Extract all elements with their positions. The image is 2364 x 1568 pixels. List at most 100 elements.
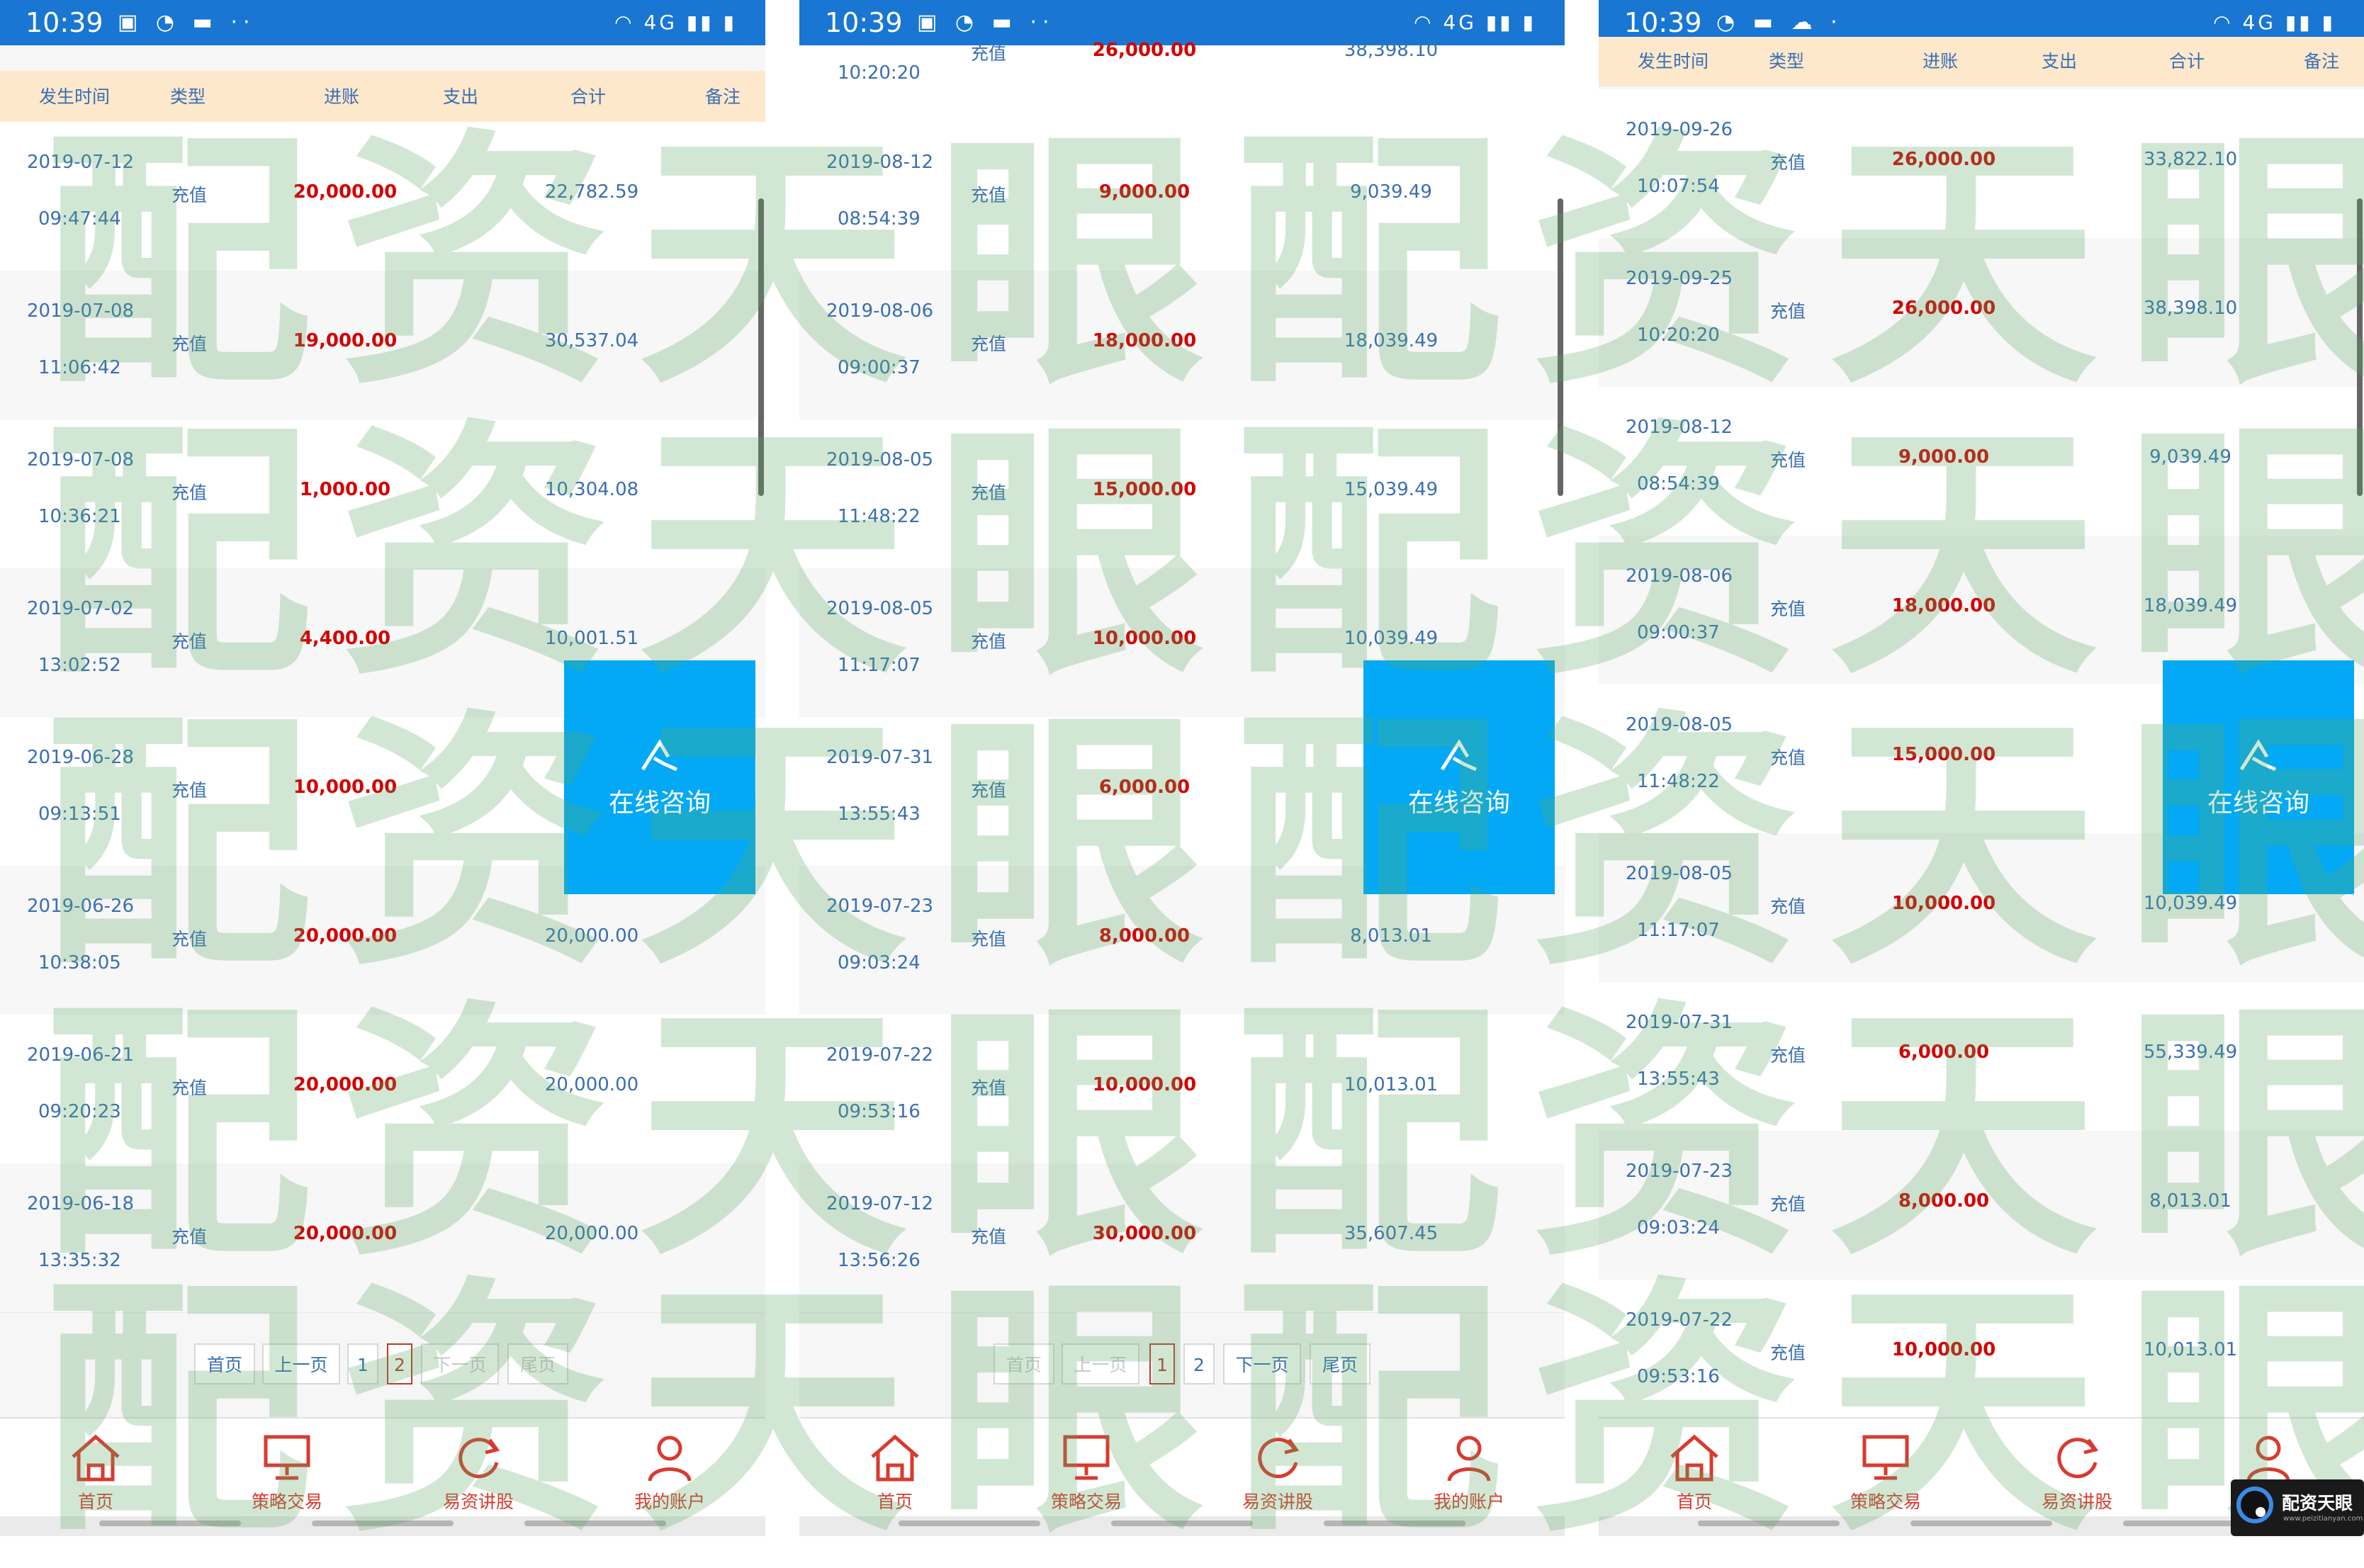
page-first-button[interactable]: 首页	[994, 1343, 1054, 1384]
tab-home[interactable]: 首页	[0, 1418, 191, 1518]
tab-monitor[interactable]: 策略交易	[991, 1418, 1182, 1518]
page-prev-button[interactable]: 上一页	[262, 1343, 340, 1384]
nav-pill	[1698, 1521, 1840, 1526]
table-row[interactable]: 2019-09-25 10:20:20 充值 26,000.00 38,398.10	[1599, 238, 2364, 388]
tab-refresh[interactable]: 易资讲股	[383, 1418, 574, 1518]
online-consult-button[interactable]: 在线咨询	[564, 660, 755, 894]
table-row[interactable]: 2019-09-26 10:07:54 充值 26,000.00 33,822.10	[1599, 89, 2364, 239]
tab-refresh[interactable]: 易资讲股	[1182, 1418, 1373, 1518]
eye-logo-icon	[2236, 1487, 2273, 1523]
page-2-button[interactable]: 2	[387, 1343, 412, 1384]
refresh-icon	[1258, 1438, 1300, 1479]
row-in: 19,000.00	[293, 330, 398, 351]
online-consult-button[interactable]: 在线咨询	[2163, 660, 2354, 894]
row-in: 4,400.00	[299, 628, 391, 649]
tab-monitor[interactable]: 策略交易	[191, 1418, 383, 1518]
row-type: 充值	[171, 334, 208, 354]
row-total: 35,607.45	[1344, 1223, 1439, 1244]
scrollbar[interactable]	[1558, 198, 1563, 496]
row-type: 充值	[1770, 450, 1806, 470]
row-total: 18,039.49	[2143, 595, 2238, 616]
row-time: 09:00:37	[1637, 622, 1720, 643]
table-row[interactable]: 2019-07-12 13:56:26 充值 30,000.00 35,607.45	[799, 1163, 1565, 1313]
table-row[interactable]: 2019-07-23 09:03:24 充值 8,000.00 8,013.01	[1599, 1131, 2364, 1280]
row-type: 充值	[1770, 1045, 1806, 1066]
row-total: 20,000.00	[544, 1074, 639, 1095]
tab-label: 策略交易	[1850, 1491, 1921, 1512]
row-date: 2019-07-12	[826, 1193, 934, 1214]
header-type: 类型	[169, 86, 206, 107]
row-time: 10:20:20	[838, 62, 921, 84]
monitor-icon	[264, 1435, 310, 1480]
table-row[interactable]: 2019-08-05 11:48:22 充值 15,000.00 15,039.49	[799, 419, 1565, 569]
row-total: 9,039.49	[2149, 446, 2231, 468]
consult-icon	[641, 739, 678, 772]
row-type: 充值	[1770, 896, 1806, 917]
row-total: 20,000.00	[544, 1223, 639, 1244]
status-time: 10:39	[26, 7, 103, 38]
row-date: 2019-08-05	[826, 598, 934, 619]
tab-user[interactable]: 我的账户	[1373, 1418, 1565, 1518]
page-2-button[interactable]: 2	[1183, 1343, 1215, 1384]
tab-monitor[interactable]: 策略交易	[1790, 1418, 1981, 1518]
tab-label: 易资讲股	[2041, 1491, 2112, 1512]
table-row-partial[interactable]: 10:20:20 充值 26,000.00 38,398.10	[799, 40, 1565, 124]
row-date: 2019-07-23	[826, 896, 934, 917]
page-next-button[interactable]: 下一页	[421, 1343, 499, 1384]
monitor-icon	[1862, 1435, 1909, 1480]
header-time: 发生时间	[38, 86, 110, 107]
header-note: 备注	[704, 86, 741, 107]
row-total: 38,398.10	[2143, 298, 2238, 319]
table-row[interactable]: 2019-07-22 09:53:16 充值 10,000.00 10,013.01	[799, 1015, 1565, 1164]
page-last-button[interactable]: 尾页	[507, 1343, 568, 1384]
table-row[interactable]: 2019-07-08 11:06:42 充值 19,000.00 30,537.04	[0, 271, 765, 420]
online-consult-label: 在线咨询	[608, 789, 711, 818]
row-total: 15,039.49	[1344, 479, 1439, 500]
row-in: 26,000.00	[1891, 298, 1996, 319]
table-row[interactable]: 2019-06-18 13:35:32 充值 20,000.00 20,000.00	[0, 1163, 765, 1313]
online-consult-button[interactable]: 在线咨询	[1363, 660, 1555, 894]
row-in: 9,000.00	[1898, 446, 1990, 468]
tab-user[interactable]: 我的账户	[574, 1418, 765, 1518]
table-row[interactable]: 2019-07-31 13:55:43 充值 6,000.00 55,339.49	[1599, 982, 2364, 1132]
scrollbar[interactable]	[2357, 198, 2363, 496]
page-next-button[interactable]: 下一页	[1223, 1343, 1301, 1384]
table-row[interactable]: 2019-07-22 09:53:16 充值 10,000.00 10,013.01	[1599, 1280, 2364, 1429]
tab-refresh[interactable]: 易资讲股	[1981, 1418, 2173, 1518]
tab-home[interactable]: 首页	[1599, 1418, 1790, 1518]
row-date: 2019-08-05	[826, 449, 934, 470]
row-type: 充值	[171, 1078, 208, 1098]
nav-pill	[524, 1521, 666, 1526]
table-row[interactable]: 2019-06-21 09:20:23 充值 20,000.00 20,000.00	[0, 1015, 765, 1164]
signal-battery-icons: ◠ 4G ▮▮ ▮	[614, 11, 737, 34]
consult-icon	[1440, 739, 1478, 772]
row-date: 2019-06-21	[27, 1044, 135, 1066]
page-1-button[interactable]: 1	[1149, 1343, 1175, 1384]
row-time: 09:03:24	[838, 952, 921, 974]
screenshot-panel-1: 10:39 ▣ ◔ ▬ ·· ◠ 4G ▮▮ ▮ 发生时间 类型 进账 支出 合…	[0, 0, 765, 1536]
row-date: 2019-08-12	[1626, 417, 1733, 438]
row-type: 充值	[1770, 1343, 1806, 1363]
row-total: 20,000.00	[544, 925, 639, 947]
page-last-button[interactable]: 尾页	[1310, 1343, 1370, 1384]
table-row[interactable]: 2019-07-12 09:47:44 充值 20,000.00 22,782.59	[0, 122, 765, 271]
page-first-button[interactable]: 首页	[194, 1343, 255, 1384]
scrollbar[interactable]	[758, 198, 764, 496]
row-time: 08:54:39	[838, 208, 921, 230]
page-1-button[interactable]: 1	[347, 1343, 378, 1384]
row-time: 13:35:32	[38, 1250, 121, 1271]
table-row[interactable]: 2019-08-12 08:54:39 充值 9,000.00 9,039.49	[799, 122, 1565, 271]
logo-text: 配资天眼	[2282, 1493, 2353, 1513]
table-row[interactable]: 2019-08-06 09:00:37 充值 18,000.00 18,039.49	[799, 271, 1565, 420]
nav-pill	[1910, 1521, 2052, 1526]
row-type: 充值	[971, 334, 1007, 354]
row-total: 10,001.51	[544, 628, 639, 649]
row-date: 2019-06-26	[27, 896, 135, 917]
table-row[interactable]: 2019-07-08 10:36:21 充值 1,000.00 10,304.08	[0, 419, 765, 569]
tab-home[interactable]: 首页	[799, 1418, 991, 1518]
table-header: 发生时间 类型 进账 支出 合计 备注	[0, 71, 765, 123]
page-prev-button[interactable]: 上一页	[1062, 1343, 1139, 1384]
row-date: 2019-08-05	[1626, 714, 1733, 735]
header-type: 类型	[1768, 51, 1804, 72]
table-row[interactable]: 2019-08-12 08:54:39 充值 9,000.00 9,039.49	[1599, 387, 2364, 536]
